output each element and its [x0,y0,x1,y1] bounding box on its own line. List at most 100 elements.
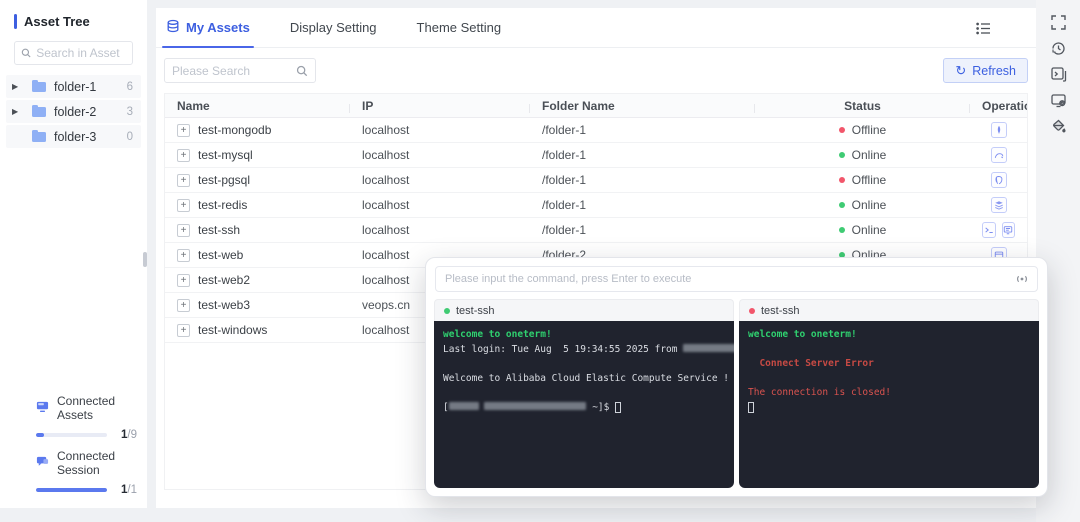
terminal-line: The connection is closed! [748,386,1030,401]
terminal-tab-label: test-ssh [456,305,495,317]
op-pgsql-icon[interactable] [991,172,1007,188]
terminal-line: Connect Server Error [748,357,1030,372]
tree-item-label: folder-2 [54,105,96,119]
col-header-operation: Operation [970,99,1027,113]
cell-operation [970,197,1027,213]
terminal-line: Last login: Tue Aug 5 19:34:55 2025 from [443,343,725,358]
terminal-pane-1: test-ssh welcome to oneterm!Last login: T… [434,299,734,488]
cell-folder: /folder-1 [530,123,755,137]
tabs-bar: My Assets Display Setting Theme Setting [156,8,1036,48]
tree-item-folder-1[interactable]: ▶folder-16 [6,75,141,98]
terminal-cursor [615,402,621,413]
cell-status: Online [755,148,970,162]
row-expand-icon[interactable]: + [177,274,190,287]
cell-name: + test-ssh [165,223,350,237]
tab-display-setting[interactable]: Display Setting [290,8,377,48]
sidebar-resize-handle[interactable] [143,252,147,267]
terminal-line: welcome to oneterm! [443,328,725,343]
stat-label-session-icon: Connected Session [36,449,137,477]
sidebar-title-text: Asset Tree [24,14,90,29]
terminal-output[interactable]: welcome to oneterm!Last login: Tue Aug 5… [434,321,734,488]
cell-operation [970,222,1027,238]
col-header-status: Status [755,99,970,113]
tree-item-folder-2[interactable]: ▶ folder-2 3 [6,100,141,123]
table-search-input[interactable] [172,64,296,78]
session-status-dot [749,308,755,314]
row-expand-icon[interactable]: + [177,299,190,312]
expand-caret-icon[interactable]: ▶ [12,107,24,116]
tree-item-count: 6 [127,81,133,93]
asset-name: test-ssh [198,223,240,237]
terminal-tab[interactable]: test-ssh [739,299,1039,321]
op-mongodb-icon[interactable] [991,122,1007,138]
op-mysql-icon[interactable] [991,147,1007,163]
display-settings-icon[interactable] [1050,92,1067,109]
table-row: +test-mongodblocalhost/folder-1Offline [165,118,1027,143]
asset-name: test-pgsql [198,173,250,187]
terminal-tab[interactable]: test-ssh [434,299,734,321]
row-expand-icon[interactable]: + [177,249,190,262]
cell-name: + test-web3 [165,298,350,312]
cell-name: +test-web2 [165,273,350,287]
column-settings-icon[interactable] [975,20,992,37]
cell-operation [970,122,1027,138]
session-status-dot [444,308,450,314]
terminal-line [443,357,725,372]
search-icon [21,47,31,59]
col-header-name: Name [165,99,350,113]
tab-my-assets[interactable]: My Assets [166,8,250,48]
row-expand-icon[interactable]: + [177,174,190,187]
tree-item-count: 3 [127,106,133,118]
table-row: +test-redislocalhost/folder-1Online [165,193,1027,218]
history-icon[interactable] [1050,40,1067,57]
search-icon [296,65,308,77]
console-icon[interactable] [1050,66,1067,83]
connection-stats: Connected Assets1/9Connected Session1/1 [36,386,137,496]
row-expand-icon[interactable]: + [177,224,190,237]
stat-label-text: Connected Session [57,449,137,477]
status-text: Online [852,148,887,162]
row-expand-icon[interactable]: + [177,124,190,137]
asset-name: test-mongodb [198,123,271,137]
terminal-output[interactable]: welcome to oneterm! Connect Server Error… [739,321,1039,488]
table-row: +test-mysqllocalhost/folder-1Online [165,143,1027,168]
asset-search-box[interactable] [14,41,133,65]
tab-theme-setting[interactable]: Theme Setting [417,8,502,48]
status-text: Online [852,198,887,212]
op-ssh-terminal-icon[interactable] [982,222,996,238]
asset-name: test-web3 [198,298,250,312]
op-redis-icon[interactable] [991,197,1007,213]
cell-name: + test-mongodb [165,123,350,137]
terminal-text: welcome to oneterm! [748,329,857,340]
cell-ip: localhost [350,198,530,212]
fullscreen-icon[interactable] [1050,14,1067,31]
terminal-text: [ [443,402,449,413]
cell-ip: localhost [350,223,530,237]
terminal-line [748,401,1030,416]
cell-operation [970,147,1027,163]
table-search-box[interactable] [164,58,316,83]
tab-label: My Assets [186,20,250,35]
op-sftp-icon[interactable] [1002,222,1016,238]
theme-fill-icon[interactable] [1050,118,1067,135]
assets-icon [166,19,180,36]
session-icon [36,455,49,471]
sidebar-title: Asset Tree [14,14,147,29]
cell-folder: /folder-1 [530,173,755,187]
tree-item-folder-3[interactable]: ▶folder-30 [6,125,141,148]
stat-progress-track [36,488,107,492]
refresh-button[interactable]: ↻ Refresh [943,58,1028,83]
command-input[interactable] [435,266,1038,292]
asset-search-input[interactable] [36,46,126,60]
row-expand-icon[interactable]: + [177,199,190,212]
stat-label-monitor-icon: Connected Assets [36,394,137,422]
expand-caret-icon[interactable]: ▶ [12,82,24,91]
terminal-text: Last login: Tue Aug 5 19:34:55 2025 from [443,344,683,355]
cell-ip: localhost [350,123,530,137]
broadcast-icon[interactable] [1015,272,1029,286]
row-expand-icon[interactable]: + [177,324,190,337]
row-expand-icon[interactable]: + [177,149,190,162]
table-row: +test-sshlocalhost/folder-1Online [165,218,1027,243]
tree-item-count: 0 [127,131,133,143]
terminal-line: Welcome to Alibaba Cloud Elastic Compute… [443,372,725,387]
